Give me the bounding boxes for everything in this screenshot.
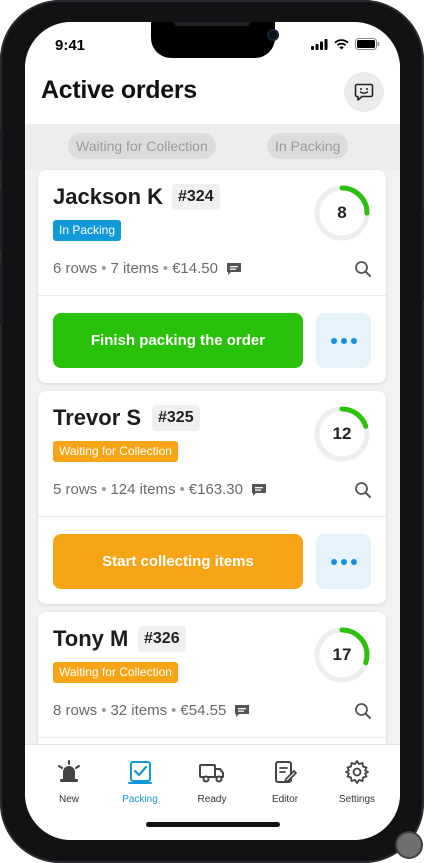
start-collecting-button[interactable]: Start collecting items (53, 534, 303, 589)
page-header: Active orders (25, 68, 400, 124)
separator-dot: • (171, 702, 177, 719)
tab-label: Ready (197, 794, 227, 805)
more-options-button[interactable] (316, 534, 371, 589)
card-divider (38, 516, 386, 517)
filter-bar: Waiting for Collection In Packing (25, 124, 400, 170)
home-indicator[interactable] (146, 822, 280, 827)
bell-icon (58, 760, 80, 782)
order-total: €54.55 (180, 702, 227, 719)
battery-icon (355, 38, 380, 50)
progress-ring: 17 (313, 626, 371, 684)
camera-icon (267, 29, 279, 41)
status-time: 9:41 (55, 37, 86, 54)
message-icon (251, 483, 267, 497)
row-count: 8 rows (53, 702, 98, 719)
order-total: €163.30 (188, 481, 243, 498)
separator-dot: • (101, 702, 107, 719)
customer-name: Trevor S (53, 405, 142, 430)
wifi-icon (334, 38, 349, 49)
dot-icon (340, 558, 347, 565)
dot-icon (330, 558, 337, 565)
card-divider (38, 295, 386, 296)
tab-editor[interactable]: Editor (250, 759, 320, 805)
status-badge: In Packing (53, 220, 122, 241)
progress-value: 12 (332, 424, 352, 443)
editor-icon (275, 761, 297, 783)
progress-value: 8 (337, 203, 347, 222)
message-icon (226, 262, 242, 276)
search-icon[interactable] (354, 481, 372, 504)
progress-value: 17 (332, 645, 352, 664)
search-icon[interactable] (354, 702, 372, 725)
row-count: 6 rows (53, 260, 98, 277)
dot-icon (350, 558, 357, 565)
filter-chip-waiting[interactable]: Waiting for Collection (68, 133, 216, 159)
item-count: 7 items (110, 260, 159, 277)
tab-label: New (58, 794, 79, 805)
more-options-button[interactable] (316, 313, 371, 368)
order-number: #324 (172, 184, 220, 210)
order-total: €14.50 (172, 260, 218, 277)
progress-ring: 12 (313, 405, 371, 463)
dynamic-island (151, 22, 279, 58)
customer-name: Jackson K (53, 184, 164, 209)
tab-new[interactable]: New (34, 759, 104, 805)
tab-label: Packing (122, 794, 158, 805)
separator-dot: • (101, 260, 107, 277)
card-divider (38, 737, 386, 738)
message-icon (234, 704, 250, 718)
earpiece-speaker (174, 22, 250, 26)
filter-chip-packing[interactable]: In Packing (267, 133, 349, 159)
tab-ready[interactable]: Ready (177, 759, 247, 805)
silent-switch (0, 130, 3, 160)
signal-icon (311, 38, 328, 50)
item-count: 124 items (110, 481, 176, 498)
dot-icon (340, 337, 347, 344)
chat-button[interactable] (344, 72, 384, 112)
order-number: #326 (138, 626, 186, 652)
order-summary: 6 rows • 7 items • €14.50 (53, 260, 242, 277)
order-summary: 8 rows • 32 items • €54.55 (53, 702, 250, 719)
item-count: 32 items (110, 702, 168, 719)
dot-icon (330, 337, 337, 344)
progress-ring: 8 (313, 184, 371, 242)
packing-icon (128, 761, 152, 784)
status-badge: Waiting for Collection (53, 662, 178, 683)
status-badge: Waiting for Collection (53, 441, 178, 462)
separator-dot: • (179, 481, 185, 498)
row-count: 5 rows (53, 481, 98, 498)
dot-icon (350, 337, 357, 344)
volume-down-button (0, 265, 3, 325)
tab-settings[interactable]: Settings (322, 759, 392, 805)
separator-dot: • (162, 260, 169, 277)
finish-packing-button[interactable]: Finish packing the order (53, 313, 303, 368)
search-icon[interactable] (354, 260, 372, 283)
order-summary: 5 rows • 124 items • €163.30 (53, 481, 267, 498)
assistive-touch-button[interactable] (397, 833, 421, 857)
page-title: Active orders (41, 76, 197, 104)
gear-icon (345, 760, 369, 784)
chat-icon (354, 83, 374, 101)
tab-label: Editor (271, 794, 299, 805)
separator-dot: • (101, 481, 107, 498)
phone-screen: 9:41 Active orders Waiting for Collectio… (25, 22, 400, 840)
volume-up-button (0, 190, 3, 250)
customer-name: Tony M (53, 626, 129, 651)
tab-packing[interactable]: Packing (105, 759, 175, 805)
truck-icon (199, 764, 224, 783)
system-icons (311, 38, 380, 50)
order-number: #325 (152, 405, 200, 431)
order-card[interactable]: Trevor S #325 Waiting for Collection 12 … (38, 391, 386, 604)
order-card[interactable]: Jackson K #324 In Packing 8 6 rows • 7 i… (38, 170, 386, 383)
tab-label: Settings (338, 794, 376, 805)
